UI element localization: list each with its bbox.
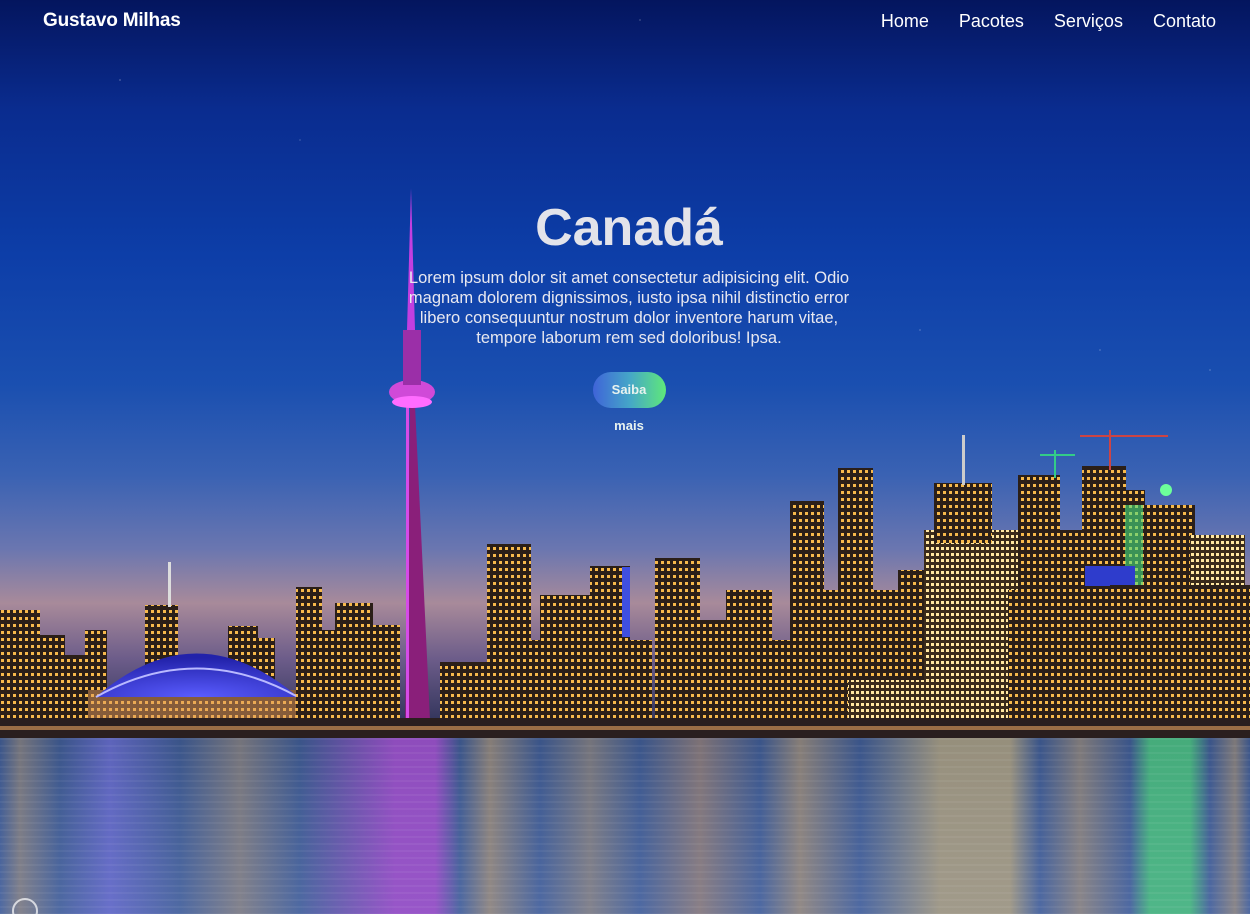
nav-link-home[interactable]: Home [881, 11, 929, 32]
hero-content: Canadá Lorem ipsum dolor sit amet consec… [404, 196, 854, 434]
hero-description: Lorem ipsum dolor sit amet consectetur a… [408, 269, 850, 347]
top-navbar: Gustavo Milhas Home Pacotes Serviços Con… [0, 0, 1250, 42]
water-ripples [0, 738, 1250, 914]
hero-section: Gustavo Milhas Home Pacotes Serviços Con… [0, 0, 1250, 914]
main-nav: Home Pacotes Serviços Contato [881, 11, 1216, 32]
nav-link-contato[interactable]: Contato [1153, 11, 1216, 32]
hero-title: Canadá [535, 199, 723, 257]
saiba-mais-button[interactable]: Saiba mais [592, 372, 666, 433]
brand-logo[interactable]: Gustavo Milhas [43, 10, 181, 32]
nav-link-servicos[interactable]: Serviços [1054, 11, 1123, 32]
nav-link-pacotes[interactable]: Pacotes [959, 11, 1024, 32]
